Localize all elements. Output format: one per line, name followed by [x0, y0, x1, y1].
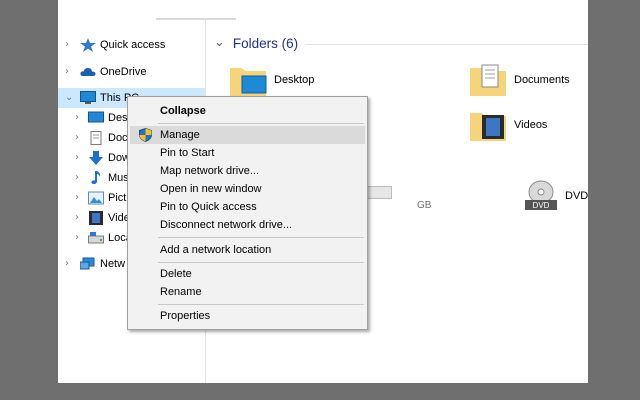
- chevron-right-icon[interactable]: ›: [75, 208, 79, 228]
- dvd-drive[interactable]: DVD DVD RW Drive (E: [521, 178, 588, 214]
- folder-documents[interactable]: Documents: [468, 62, 570, 98]
- drive-icon: [88, 232, 104, 244]
- menu-label-rename: Rename: [160, 286, 202, 298]
- download-arrow-icon: [89, 151, 103, 165]
- menu-separator: [158, 237, 364, 238]
- menu-item-collapse[interactable]: Collapse: [130, 102, 365, 120]
- menu-label-disconnect-network-drive: Disconnect network drive...: [160, 219, 293, 231]
- folder-documents-label: Documents: [514, 74, 570, 86]
- pictures-icon: [88, 191, 104, 205]
- menu-label-delete: Delete: [160, 268, 192, 280]
- music-note-icon: [91, 171, 101, 184]
- menu-label-manage: Manage: [160, 129, 200, 141]
- menu-item-pin-to-start[interactable]: Pin to Start: [130, 144, 365, 162]
- menu-item-pin-quick-access[interactable]: Pin to Quick access: [130, 198, 365, 216]
- address-bar-edge: [156, 0, 236, 20]
- menu-separator: [158, 262, 364, 263]
- dvd-badge: DVD: [533, 201, 550, 210]
- folder-desktop-label: Desktop: [274, 74, 315, 86]
- nav-label-onedrive: OneDrive: [100, 66, 147, 78]
- nav-label-documents: Doc: [108, 132, 128, 144]
- nav-label-music: Mus: [108, 172, 129, 184]
- menu-item-properties[interactable]: Properties: [130, 307, 365, 325]
- menu-item-delete[interactable]: Delete: [130, 265, 365, 283]
- uac-shield-icon: [139, 128, 152, 142]
- folder-videos-label: Videos: [514, 119, 548, 131]
- chevron-right-icon[interactable]: ›: [75, 228, 79, 248]
- nav-label-quick-access: Quick access: [100, 39, 166, 51]
- document-icon: [90, 131, 102, 145]
- nav-label-network: Netw: [100, 258, 126, 270]
- chevron-right-icon[interactable]: ›: [75, 188, 79, 208]
- desktop-icon: [88, 111, 104, 123]
- nav-label-pictures: Pict: [108, 192, 127, 204]
- folders-group-header[interactable]: ⌄ Folders (6): [214, 35, 298, 51]
- chevron-right-icon[interactable]: ›: [75, 168, 79, 188]
- menu-item-open-new-window[interactable]: Open in new window: [130, 180, 365, 198]
- menu-label-properties: Properties: [160, 310, 211, 322]
- group-divider: [306, 44, 588, 45]
- star-icon: [80, 38, 96, 52]
- film-icon: [89, 211, 103, 225]
- folders-group-title: Folders (6): [232, 35, 299, 51]
- menu-item-map-network-drive[interactable]: Map network drive...: [130, 162, 365, 180]
- cloud-icon: [80, 68, 96, 76]
- chevron-right-icon[interactable]: ›: [75, 128, 79, 148]
- menu-item-rename[interactable]: Rename: [130, 283, 365, 301]
- menu-label-pin-to-start: Pin to Start: [160, 147, 215, 159]
- dvd-drive-label: DVD RW Drive (E: [565, 190, 588, 202]
- computer-icon: [80, 91, 96, 104]
- menu-label-collapse: Collapse: [160, 105, 206, 117]
- nav-item-onedrive[interactable]: › OneDrive: [58, 62, 205, 82]
- folder-documents-icon: [470, 64, 506, 96]
- chevron-right-icon[interactable]: ›: [75, 108, 79, 128]
- nav-item-quick-access[interactable]: › Quick access: [58, 35, 205, 55]
- chevron-right-icon[interactable]: ›: [65, 254, 69, 274]
- menu-label-pin-quick-access: Pin to Quick access: [160, 201, 257, 213]
- menu-label-open-new-window: Open in new window: [160, 183, 262, 195]
- folder-videos[interactable]: Videos: [468, 107, 547, 143]
- menu-item-disconnect-network-drive[interactable]: Disconnect network drive...: [130, 216, 365, 234]
- context-menu: Collapse Manage Pin to Start Map network…: [127, 96, 368, 330]
- folder-desktop[interactable]: Desktop: [228, 62, 314, 98]
- menu-item-manage[interactable]: Manage: [130, 126, 365, 144]
- chevron-right-icon[interactable]: ›: [65, 62, 69, 82]
- menu-item-add-network-location[interactable]: Add a network location: [130, 241, 365, 259]
- drive-free-space: GB: [417, 200, 432, 211]
- network-icon: [80, 257, 95, 270]
- chevron-right-icon[interactable]: ›: [75, 148, 79, 168]
- folder-videos-icon: [470, 113, 506, 141]
- menu-label-map-network-drive: Map network drive...: [160, 165, 260, 177]
- menu-separator: [158, 123, 364, 124]
- menu-label-add-network-location: Add a network location: [160, 244, 272, 256]
- menu-separator: [158, 304, 364, 305]
- folder-desktop-icon: [230, 68, 267, 96]
- chevron-down-icon[interactable]: ⌄: [214, 35, 225, 51]
- chevron-down-icon[interactable]: ⌄: [65, 88, 73, 108]
- chevron-right-icon[interactable]: ›: [65, 35, 69, 55]
- dvd-drive-icon: DVD: [525, 180, 557, 210]
